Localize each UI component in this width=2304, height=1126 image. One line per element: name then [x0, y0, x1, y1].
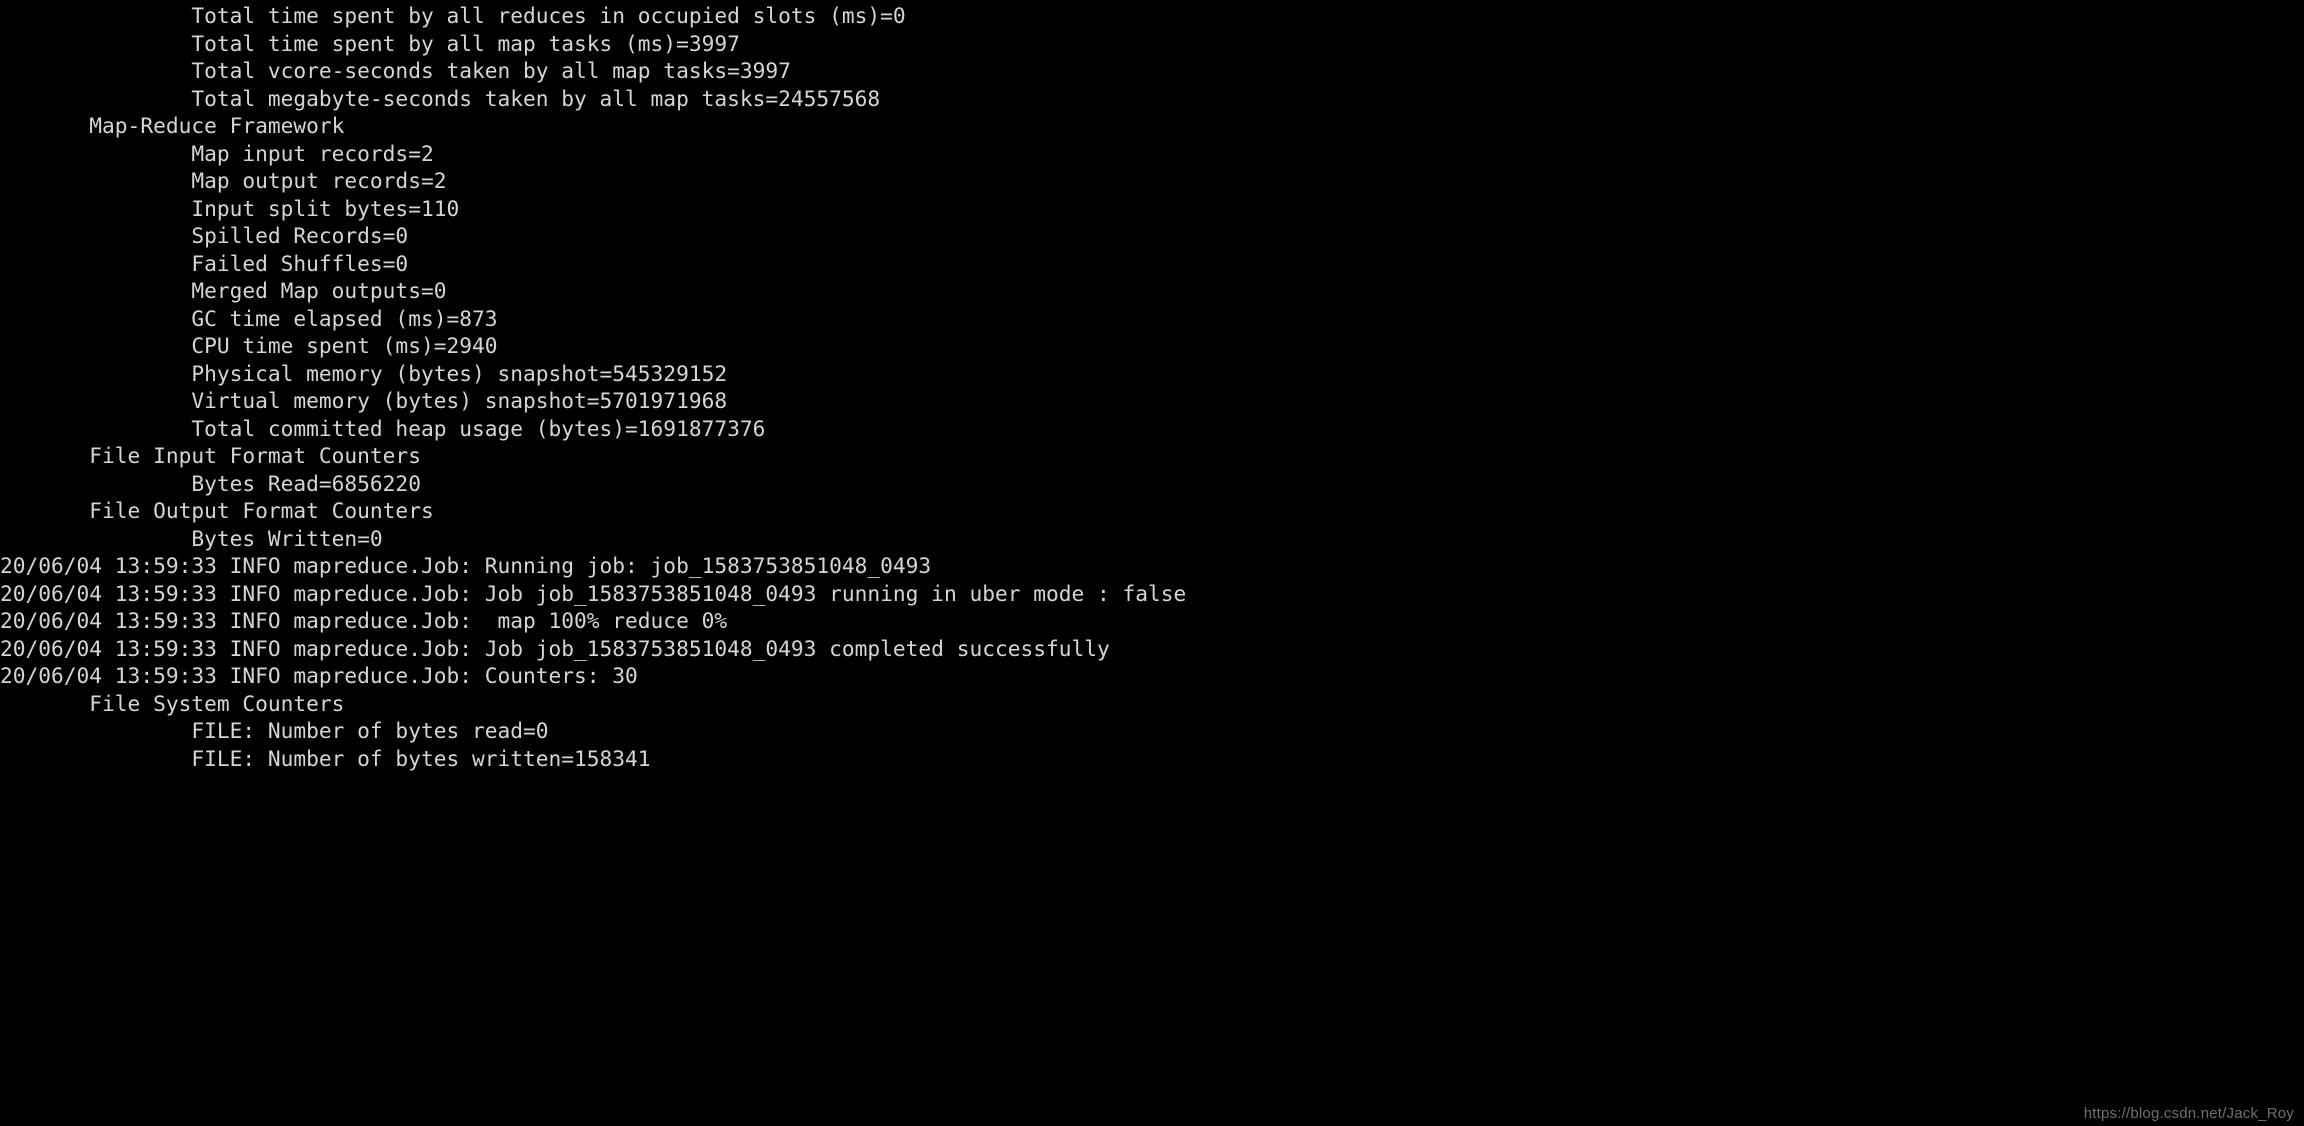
console-line: Total time spent by all map tasks (ms)=3…: [0, 30, 740, 56]
console-line: CPU time spent (ms)=2940: [0, 333, 498, 359]
console-line: GC time elapsed (ms)=873: [0, 305, 498, 331]
console-line: Physical memory (bytes) snapshot=5453291…: [0, 360, 728, 386]
console-line: 20/06/04 13:59:33 INFO mapreduce.Job: Ru…: [0, 553, 932, 579]
console-line: File System Counters: [0, 690, 345, 716]
console-line: Total megabyte-seconds taken by all map …: [0, 85, 881, 111]
console-line: Map input records=2: [0, 140, 434, 166]
console-line: Bytes Read=6856220: [0, 470, 421, 496]
console-line: File Input Format Counters: [0, 443, 421, 469]
console-line: Merged Map outputs=0: [0, 278, 447, 304]
console-line: FILE: Number of bytes written=158341: [0, 745, 651, 771]
console-output: Total time spent by all reduces in occup…: [0, 0, 2304, 772]
watermark-url: https://blog.csdn.net/Jack_Roy: [2083, 1105, 2294, 1122]
terminal-window: Total time spent by all reduces in occup…: [0, 0, 2304, 1126]
console-line: Bytes Written=0: [0, 525, 383, 551]
console-line: 20/06/04 13:59:33 INFO mapreduce.Job: Jo…: [0, 635, 1110, 661]
console-line: Input split bytes=110: [0, 195, 460, 221]
console-line: Virtual memory (bytes) snapshot=57019719…: [0, 388, 728, 414]
console-line: 20/06/04 13:59:33 INFO mapreduce.Job: ma…: [0, 608, 728, 634]
console-line: Map output records=2: [0, 168, 447, 194]
console-line: FILE: Number of bytes read=0: [0, 718, 549, 744]
console-line: Total time spent by all reduces in occup…: [0, 3, 906, 28]
console-line: File Output Format Counters: [0, 498, 434, 524]
console-line: Spilled Records=0: [0, 223, 409, 249]
console-line: Total committed heap usage (bytes)=16918…: [0, 415, 766, 441]
console-line: 20/06/04 13:59:33 INFO mapreduce.Job: Jo…: [0, 580, 1187, 606]
console-line: Map-Reduce Framework: [0, 113, 345, 139]
console-line: Total vcore-seconds taken by all map tas…: [0, 58, 791, 84]
console-line: 20/06/04 13:59:33 INFO mapreduce.Job: Co…: [0, 663, 638, 689]
console-line: Failed Shuffles=0: [0, 250, 409, 276]
